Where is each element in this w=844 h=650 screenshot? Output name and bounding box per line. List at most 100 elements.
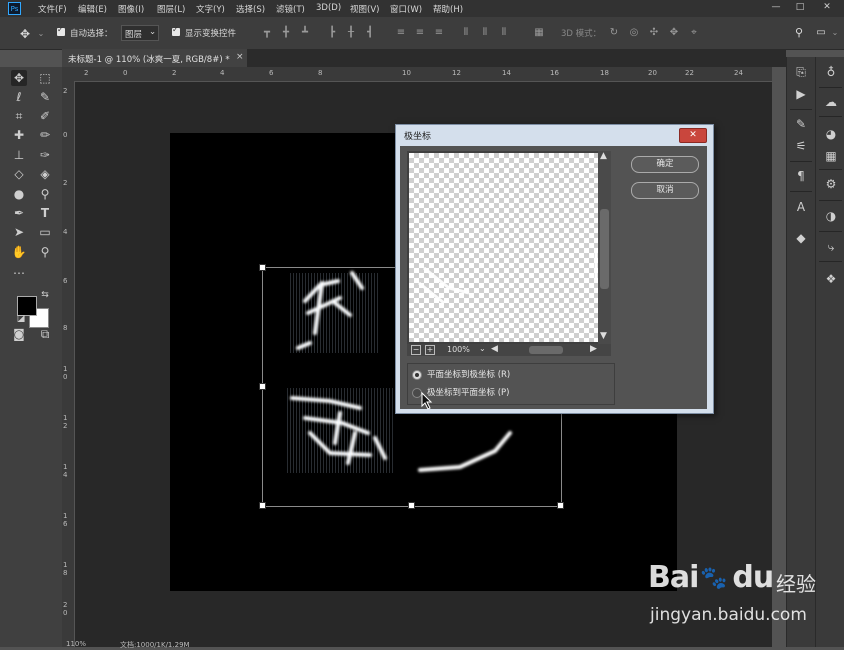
layers-panel-icon[interactable]: ◆ <box>794 231 808 245</box>
transform-handle[interactable] <box>259 383 266 390</box>
pen-tool-icon[interactable]: ✒ <box>11 205 27 221</box>
menu-filter[interactable]: 滤镜(T) <box>276 3 305 15</box>
clone-stamp-tool-icon[interactable]: ⊥ <box>11 147 27 163</box>
zoom-in-button[interactable]: + <box>425 345 435 355</box>
align-vcenter-icon[interactable]: ╋ <box>281 28 291 38</box>
align-bottom-icon[interactable]: ┻ <box>300 28 310 38</box>
dodge-tool-icon[interactable]: ⚲ <box>37 186 53 202</box>
quick-select-tool-icon[interactable]: ✎ <box>37 89 53 105</box>
swatches-panel-icon[interactable]: ▦ <box>824 149 838 163</box>
hand-tool-icon[interactable]: ✋ <box>11 244 27 260</box>
distribute-top-icon[interactable]: ≡ <box>396 28 406 38</box>
distribute-right-icon[interactable]: ⦀ <box>499 28 509 38</box>
workspace-icon[interactable]: ▭ <box>816 28 826 38</box>
eyedropper-tool-icon[interactable]: ✐ <box>37 108 53 124</box>
menu-type[interactable]: 文字(Y) <box>196 3 225 15</box>
lasso-tool-icon[interactable]: ℓ <box>11 89 27 105</box>
distribute-left-icon[interactable]: ⦀ <box>461 28 471 38</box>
more-tools-icon[interactable]: ⋯ <box>11 265 27 281</box>
align-right-icon[interactable]: ┫ <box>365 28 375 38</box>
chevron-down-icon[interactable]: ⌄ <box>830 28 840 38</box>
preview-vertical-scrollbar[interactable]: ▲ ▼ <box>598 151 611 344</box>
default-colors-icon[interactable]: ◪ <box>13 311 29 327</box>
paint-bucket-tool-icon[interactable]: ◈ <box>37 166 53 182</box>
paragraph-panel-icon[interactable]: ¶ <box>794 169 808 183</box>
3d-rotate-icon[interactable]: ↻ <box>609 28 619 38</box>
filter-preview[interactable] <box>409 153 599 342</box>
close-window-button[interactable]: ✕ <box>815 0 839 14</box>
menu-layer[interactable]: 图层(L) <box>157 3 185 15</box>
auto-select-dropdown[interactable]: 图层 ⌄ <box>121 25 159 41</box>
type-tool-icon[interactable]: T <box>37 205 53 221</box>
3d-camera-icon[interactable]: ⌖ <box>689 28 699 38</box>
brush-panel-icon[interactable]: ✎ <box>794 117 808 131</box>
menu-image[interactable]: 图像(I) <box>118 3 144 15</box>
menu-file[interactable]: 文件(F) <box>38 3 67 15</box>
3d-slide-icon[interactable]: ✥ <box>669 28 679 38</box>
brush-tool-icon[interactable]: ✏ <box>37 127 53 143</box>
zoom-tool-icon[interactable]: ⚲ <box>37 244 53 260</box>
scroll-left-icon[interactable]: ◀ <box>491 344 498 354</box>
menu-select[interactable]: 选择(S) <box>236 3 265 15</box>
tab-close-icon[interactable]: × <box>236 52 244 62</box>
auto-select-checkbox[interactable] <box>57 25 65 36</box>
align-top-icon[interactable]: ┳ <box>262 28 272 38</box>
cancel-button[interactable]: 取消 <box>631 182 699 199</box>
move-tool-icon[interactable]: ✥ <box>11 70 27 86</box>
transform-handle[interactable] <box>259 264 266 271</box>
rectangle-tool-icon[interactable]: ▭ <box>37 224 53 240</box>
crop-tool-icon[interactable]: ⌗ <box>11 108 27 124</box>
eraser-tool-icon[interactable]: ◇ <box>11 166 27 182</box>
align-left-icon[interactable]: ┣ <box>327 28 337 38</box>
scrollbar-thumb[interactable] <box>600 209 609 289</box>
radio-label[interactable]: 平面坐标到极坐标 (R) <box>427 368 510 380</box>
scroll-down-icon[interactable]: ▼ <box>600 331 607 341</box>
menu-window[interactable]: 窗口(W) <box>390 3 422 15</box>
menu-edit[interactable]: 编辑(E) <box>78 3 107 15</box>
minimize-button[interactable]: — <box>764 0 788 14</box>
screen-mode-icon[interactable]: ⧉ <box>37 326 53 342</box>
transform-handle[interactable] <box>408 502 415 509</box>
marquee-tool-icon[interactable]: ⬚ <box>37 70 53 86</box>
dialog-close-button[interactable]: ✕ <box>679 128 707 143</box>
3d-drag-icon[interactable]: ✣ <box>649 28 659 38</box>
character-panel-icon[interactable]: A <box>794 200 808 214</box>
quick-mask-icon[interactable]: ◙ <box>11 326 27 342</box>
3d-roll-icon[interactable]: ◎ <box>629 28 639 38</box>
auto-align-icon[interactable]: ▦ <box>534 28 544 38</box>
adjustments-panel-icon[interactable]: ◑ <box>824 209 838 223</box>
path-select-tool-icon[interactable]: ➤ <box>11 224 27 240</box>
channels-panel-icon[interactable]: ❖ <box>824 272 838 286</box>
transform-handle[interactable] <box>259 502 266 509</box>
move-tool-icon[interactable]: ✥ <box>20 28 30 40</box>
restore-button[interactable]: □ <box>788 0 812 14</box>
chevron-down-icon[interactable]: ⌄ <box>36 29 46 39</box>
actions-panel-icon[interactable]: ▶ <box>794 87 808 101</box>
scroll-right-icon[interactable]: ▶ <box>590 344 597 354</box>
properties-panel-icon[interactable]: ⚙ <box>824 177 838 191</box>
scroll-up-icon[interactable]: ▲ <box>600 151 607 161</box>
menu-3d[interactable]: 3D(D) <box>316 3 341 13</box>
blur-tool-icon[interactable]: ● <box>11 186 27 202</box>
scrollbar-thumb[interactable] <box>529 346 563 354</box>
radio-label[interactable]: 极坐标到平面坐标 (P) <box>427 386 509 398</box>
document-tab[interactable]: 未标题-1 @ 110% (冰爽一夏, RGB/8#) * × <box>62 49 247 67</box>
history-panel-icon[interactable]: ⎘ <box>794 65 808 79</box>
paths-panel-icon[interactable]: ⤷ <box>824 240 838 254</box>
show-transform-checkbox[interactable] <box>172 25 180 36</box>
menu-view[interactable]: 视图(V) <box>350 3 379 15</box>
chevron-down-icon[interactable]: ⌄ <box>479 344 486 353</box>
distribute-hcenter-icon[interactable]: ⦀ <box>480 28 490 38</box>
align-hcenter-icon[interactable]: ╂ <box>346 28 356 38</box>
menu-help[interactable]: 帮助(H) <box>433 3 463 15</box>
search-icon[interactable]: ⚲ <box>794 27 804 38</box>
ok-button[interactable]: 确定 <box>631 156 699 173</box>
learn-icon[interactable]: ♁ <box>824 65 838 79</box>
libraries-icon[interactable]: ☁ <box>824 95 838 109</box>
color-panel-icon[interactable]: ◕ <box>824 127 838 141</box>
distribute-bottom-icon[interactable]: ≡ <box>434 28 444 38</box>
history-brush-tool-icon[interactable]: ✑ <box>37 147 53 163</box>
radio-rect-to-polar[interactable] <box>412 370 422 380</box>
zoom-out-button[interactable]: − <box>411 345 421 355</box>
brush-settings-icon[interactable]: ⚟ <box>794 139 808 153</box>
